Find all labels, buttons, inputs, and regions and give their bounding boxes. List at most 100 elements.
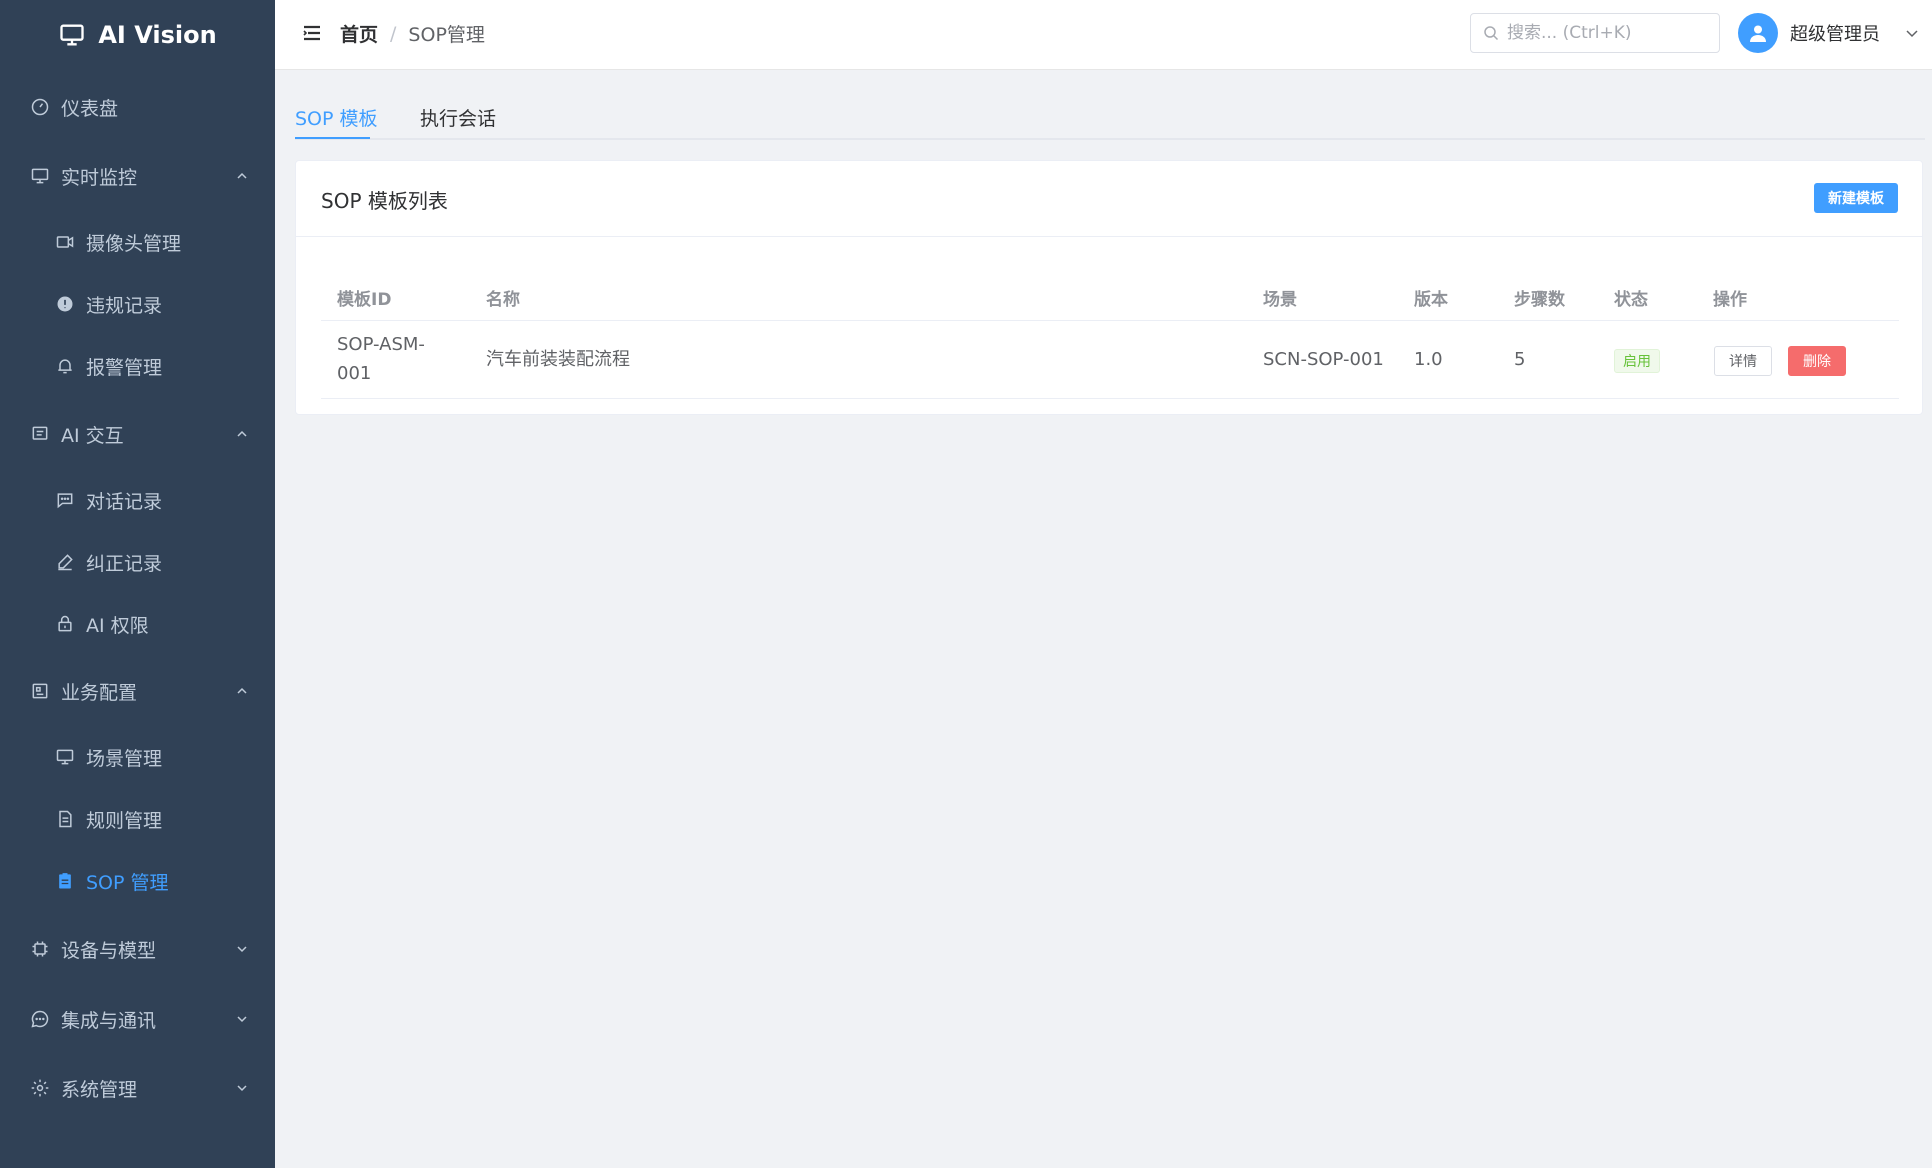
sop-template-table: 模板ID 名称 场景 版本 步骤数 状态 操作 SOP-ASM- 001 汽车前… [321,271,1899,399]
template-id-line: SOP-ASM- [337,334,425,355]
cell-version: 1.0 [1414,349,1443,370]
sidebar-item-violations[interactable]: 违规记录 [0,271,275,337]
sop-template-card: SOP 模板列表 新建模板 模板ID 名称 场景 版本 步骤数 状态 操作 SO… [295,160,1923,415]
username[interactable]: 超级管理员 [1790,20,1880,46]
column-header-actions: 操作 [1713,290,1747,310]
tab-sop-templates[interactable]: SOP 模板 [295,104,378,131]
search-box[interactable] [1470,13,1720,53]
camera-icon [54,231,76,253]
table-header: 模板ID 名称 场景 版本 步骤数 状态 操作 [321,271,1899,321]
sidebar-item-label: 集成与通讯 [61,1009,157,1032]
sidebar-item-label: AI 交互 [61,424,124,447]
sidebar-item-label: 设备与模型 [61,939,157,962]
cell-scene: SCN-SOP-001 [1263,349,1384,370]
chat-dots-icon [54,489,76,511]
sidebar-item-ai-interaction[interactable]: AI 交互 [0,401,275,467]
sidebar-item-label: 对话记录 [86,490,163,513]
sidebar-item-label: SOP 管理 [86,871,169,894]
sidebar-item-label: 摄像头管理 [86,232,182,255]
card-title: SOP 模板列表 [321,189,448,213]
sidebar-item-corrections[interactable]: 纠正记录 [0,529,275,595]
sidebar-item-scenes[interactable]: 场景管理 [0,724,275,790]
chevron-up-icon [237,687,247,694]
monitor-logo-icon [60,24,84,46]
delete-button[interactable]: 删除 [1788,346,1846,376]
dashboard-icon [29,96,51,118]
card-header: SOP 模板列表 新建模板 [296,161,1922,237]
sidebar-item-alarms[interactable]: 报警管理 [0,333,275,399]
sidebar-item-integration[interactable]: 集成与通讯 [0,986,275,1052]
user-menu[interactable]: 超级管理员 [1738,13,1920,53]
breadcrumb-separator: / [390,22,397,45]
cell-steps: 5 [1514,349,1526,370]
sidebar-item-label: 系统管理 [61,1078,138,1101]
sidebar-item-label: 规则管理 [86,809,163,832]
sidebar-item-camera[interactable]: 摄像头管理 [0,209,275,275]
monitor-icon [54,746,76,768]
chevron-down-icon [237,1085,247,1092]
breadcrumb-current: SOP管理 [408,24,485,46]
sidebar-item-sop[interactable]: SOP 管理 [0,848,275,914]
chevron-up-icon [237,172,247,179]
sidebar-item-chat-records[interactable]: 对话记录 [0,467,275,533]
column-header-name: 名称 [486,290,520,310]
breadcrumb-home[interactable]: 首页 [340,20,378,47]
column-header-version: 版本 [1414,290,1448,310]
template-id-line: 001 [337,363,372,384]
breadcrumb: 首页 / SOP管理 [340,20,485,47]
cpu-icon [29,938,51,960]
sidebar-item-label: 违规记录 [86,294,163,317]
sidebar-item-dashboard[interactable]: 仪表盘 [0,74,275,140]
app-logo[interactable]: AI Vision [0,0,275,70]
avatar[interactable] [1738,13,1778,53]
active-tab-indicator [295,137,370,139]
sidebar-item-rules[interactable]: 规则管理 [0,786,275,852]
sidebar-item-label: 业务配置 [61,681,138,704]
search-input[interactable] [1507,23,1707,43]
sidebar-item-devices-models[interactable]: 设备与模型 [0,916,275,982]
chevron-up-icon [237,430,247,437]
gear-icon [29,1077,51,1099]
sidebar: AI Vision 仪表盘 实时监控 摄像头管理 违规记录 报警管理 AI 交互… [0,0,275,1168]
chevron-down-icon [237,946,247,953]
sidebar-item-system[interactable]: 系统管理 [0,1055,275,1121]
monitor-icon [29,165,51,187]
sidebar-item-label: 报警管理 [86,356,163,379]
app-title: AI Vision [98,21,217,49]
menu-toggle-icon[interactable] [301,22,323,44]
column-header-steps: 步骤数 [1514,290,1565,310]
column-header-id: 模板ID [337,290,392,310]
search-icon [1484,26,1499,41]
top-header: 首页 / SOP管理 超级管理员 [275,0,1932,70]
clipboard-icon [54,870,76,892]
chevron-down-icon[interactable] [1904,25,1920,41]
edit-pen-icon [54,551,76,573]
sidebar-item-label: 场景管理 [86,747,163,770]
sidebar-item-label: AI 权限 [86,614,149,637]
document-icon [54,808,76,830]
table-row: SOP-ASM- 001 汽车前装装配流程 SCN-SOP-001 1.0 5 … [321,321,1899,399]
sidebar-item-business-config[interactable]: 业务配置 [0,658,275,724]
sidebar-item-label: 纠正记录 [86,552,163,575]
warning-icon [54,293,76,315]
sidebar-item-label: 实时监控 [61,166,138,189]
tab-execution-sessions[interactable]: 执行会话 [420,104,496,131]
chat-box-icon [29,423,51,445]
sidebar-item-label: 仪表盘 [61,97,119,120]
new-template-button[interactable]: 新建模板 [1814,183,1898,213]
lock-icon [54,613,76,635]
cell-template-id: SOP-ASM- 001 [337,330,425,388]
config-icon [29,680,51,702]
sidebar-item-realtime-monitor[interactable]: 实时监控 [0,143,275,209]
cell-name: 汽车前装装配流程 [486,349,630,370]
bell-icon [54,355,76,377]
user-icon [1750,25,1766,42]
chat-round-icon [29,1008,51,1030]
chevron-down-icon [237,1016,247,1023]
tab-bar: SOP 模板 执行会话 [295,90,1925,140]
column-header-scene: 场景 [1263,290,1297,310]
sidebar-item-ai-permissions[interactable]: AI 权限 [0,591,275,657]
status-badge: 启用 [1614,349,1660,373]
column-header-status: 状态 [1614,290,1648,310]
detail-button[interactable]: 详情 [1714,346,1772,376]
